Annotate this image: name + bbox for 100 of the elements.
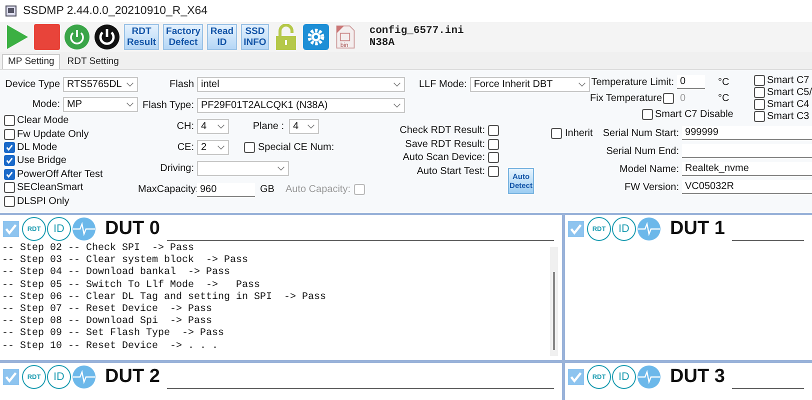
input-field[interactable]: 960 [197,182,255,196]
checkbox-label: Smart C3 [767,110,810,122]
field-label: Device Type [4,78,60,90]
log-line: -- Step 03 -- Clear system block -> Pass [2,255,250,266]
settings-icon[interactable] [303,24,330,50]
dropdown[interactable]: 2 [197,140,229,155]
dropdown[interactable]: 4 [289,119,319,134]
log-line: -- Step 09 -- Set Flash Type -> Pass [2,328,226,340]
chevron-down-icon[interactable] [126,102,134,106]
checkbox-label: Fw Update Only [17,128,89,140]
checkbox[interactable] [4,168,15,180]
chevron-down-icon[interactable] [307,124,315,129]
chevron-down-icon[interactable] [217,145,225,150]
checkbox[interactable] [754,110,765,122]
chevron-down-icon[interactable] [578,82,586,86]
field-label: CH: [176,121,194,132]
checkbox[interactable] [642,108,653,120]
checkbox[interactable] [488,152,499,164]
unit-label: °C [718,92,730,104]
checkbox-label: Auto Capacity: [285,184,350,195]
checkbox-label: DL Mode [17,142,58,153]
dut-title: DUT 2 [105,366,160,388]
checkbox[interactable] [4,155,15,166]
chevron-down-icon[interactable] [126,82,134,86]
tab[interactable]: RDT Setting [62,55,124,69]
toolbar-button[interactable]: RDT Result [124,24,160,50]
checkbox-label: Smart C5/ [767,86,812,98]
checkbox[interactable] [4,128,15,140]
log-line: -- Step 07 -- Reset Device -> Pass [2,304,214,316]
chevron-down-icon[interactable] [277,166,285,171]
field-label: Serial Num Start: [602,128,680,138]
checkbox[interactable] [244,142,255,153]
tab[interactable]: MP Setting [2,54,60,69]
field-label: Serial Num End: [606,146,680,156]
checkbox-label: Inherit [565,128,593,138]
checkbox-label: Save RDT Result: [405,138,485,150]
checkbox[interactable] [754,98,765,110]
dropdown[interactable]: RTS5765DL [63,76,138,92]
input-field[interactable]: VC05032R [682,180,812,194]
checkbox-label: Auto Scan Device: [402,152,485,164]
dropdown[interactable]: Force Inherit DBT [470,76,590,92]
dropdown[interactable]: MP [63,96,138,112]
checkbox-label: Use Bridge [17,155,66,166]
checkbox[interactable] [754,86,765,98]
field-label: LLF Mode: [419,78,467,90]
log-line: -- Step 06 -- Clear DL Tag and setting in SPI -> Pass [2,292,328,304]
input-field[interactable]: 999999 [682,126,812,140]
field-label: Flash [168,79,194,90]
log-line: -- Step 04 -- Download bankal -> Pass [2,267,232,280]
checkbox-label: DLSPI Only [17,196,70,207]
chevron-down-icon[interactable] [393,82,401,87]
dut-title: DUT 3 [670,366,725,388]
input-field[interactable] [682,144,812,158]
checkbox[interactable] [4,182,15,194]
dut-title: DUT 0 [105,218,160,240]
log-line: -- Step 10 -- Reset Device -> . . . [2,340,220,353]
toolbar-button[interactable]: Factory Defect [163,24,204,50]
dropdown[interactable]: intel [197,77,405,92]
checkbox-label: Clear Mode [17,115,69,126]
checkbox[interactable] [551,128,562,138]
checkbox-label: PowerOff After Test [17,168,103,180]
checkbox[interactable] [754,74,765,86]
checkbox-label: Check RDT Result: [400,125,485,136]
play-icon[interactable] [4,24,30,50]
checkbox-label: Auto Start Test: [416,166,485,177]
checkbox[interactable] [4,196,15,207]
input-field[interactable]: Realtek_nvme [682,162,812,176]
checkbox[interactable] [4,115,15,126]
dut-title: DUT 1 [670,218,725,240]
checkbox[interactable] [663,92,674,104]
checkbox-label: SECleanSmart [17,182,84,194]
power-icon[interactable] [94,24,120,50]
scrollbar[interactable] [550,247,558,356]
checkbox[interactable] [488,138,499,150]
input-field[interactable]: 0 [677,75,705,89]
field-label: Fix Temperature [590,92,660,104]
toolbar-button[interactable]: Read ID [207,24,237,50]
log-line: -- Step 02 -- Check SPI -> Pass [2,243,196,254]
unit-label: °C [718,76,730,88]
field-label: Mode: [31,98,60,110]
dropdown[interactable]: 4 [197,119,229,134]
checkbox-label: Smart C7 [767,74,810,86]
checkbox[interactable] [488,125,499,136]
checkbox[interactable] [3,221,19,237]
dropdown[interactable]: PF29F01T2ALCQK1 (N38A) [197,98,405,113]
field-label: Model Name: [620,164,680,174]
field-label: CE: [176,142,194,153]
field-label: Flash Type: [141,100,194,111]
checkbox[interactable] [568,369,584,385]
field-label: FW Version: [624,182,680,192]
chevron-down-icon[interactable] [217,124,225,129]
toolbar-button[interactable]: SSD INFO [240,24,270,50]
checkbox[interactable] [568,221,584,237]
checkbox[interactable] [4,142,15,153]
checkbox[interactable] [488,166,499,177]
config-text: config_6577.ini [369,25,464,37]
checkbox[interactable] [3,369,19,385]
field-label: Plane : [252,121,284,132]
chevron-down-icon[interactable] [393,103,401,108]
checkbox-label: Smart C7 Disable [655,108,734,120]
